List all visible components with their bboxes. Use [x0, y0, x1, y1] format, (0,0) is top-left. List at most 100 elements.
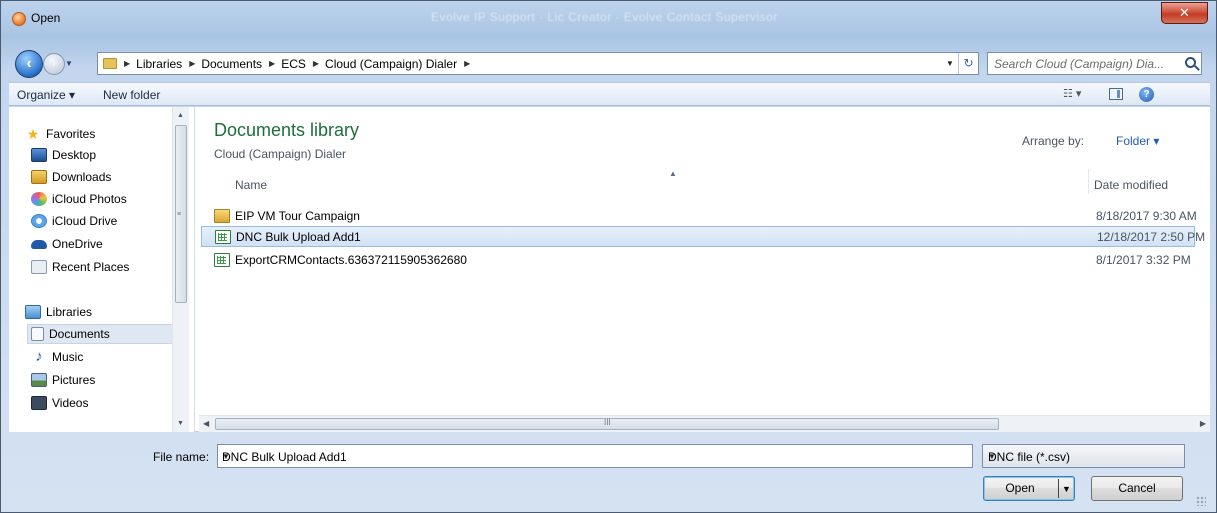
arrange-by-dropdown[interactable]: Folder ▾ — [1116, 134, 1159, 148]
navigation-scrollbar[interactable]: ▲ ≡ ▼ — [172, 107, 189, 432]
recent-places-icon — [31, 260, 47, 274]
file-list-pane: Documents library Cloud (Campaign) Diale… — [199, 107, 1210, 432]
open-dialog: Open Evolve IP Support · Lic Creator · E… — [0, 0, 1217, 513]
chevron-right-icon[interactable]: ▶ — [269, 59, 275, 68]
file-name-input[interactable]: DNC Bulk Upload Add1 ▼ — [217, 444, 973, 468]
window-title: Open — [31, 11, 61, 25]
chevron-right-icon[interactable]: ▶ — [464, 59, 470, 68]
help-icon[interactable]: ? — [1139, 87, 1154, 102]
open-button[interactable]: Open ▼ — [983, 476, 1075, 501]
grip-icon: III — [604, 418, 611, 427]
nav-label: Pictures — [52, 373, 96, 387]
libraries-icon — [25, 305, 41, 319]
resize-grip-icon[interactable] — [1196, 496, 1206, 506]
command-bar: Organize ▾ New folder ☷ ▾ ? — [9, 82, 1210, 106]
desktop-icon — [31, 148, 47, 162]
nav-label: Downloads — [52, 170, 112, 184]
split-divider — [1058, 479, 1059, 498]
downloads-icon — [31, 170, 47, 184]
open-button-label: Open — [1005, 481, 1035, 495]
breadcrumb-documents[interactable]: Documents — [201, 57, 262, 71]
onedrive-icon — [31, 239, 47, 249]
scroll-down-icon[interactable]: ▼ — [177, 420, 184, 427]
star-icon: ★ — [26, 126, 40, 142]
close-button[interactable]: ✕ — [1161, 2, 1208, 24]
cancel-button[interactable]: Cancel — [1091, 476, 1183, 501]
nav-music[interactable]: ♪ Music — [31, 347, 83, 367]
refresh-icon[interactable]: ↻ — [958, 53, 978, 74]
csv-file-icon — [214, 252, 230, 267]
search-placeholder: Search Cloud (Campaign) Dia... — [994, 57, 1165, 71]
file-row[interactable]: ExportCRMContacts.636372115905362680 8/1… — [201, 249, 1195, 270]
nav-icloud-drive[interactable]: iCloud Drive — [31, 211, 117, 231]
nav-videos[interactable]: Videos — [31, 393, 88, 413]
file-row-selected[interactable]: DNC Bulk Upload Add1 12/18/2017 2:50 PM — [201, 226, 1205, 247]
sort-up-icon: ▲ — [669, 169, 677, 178]
new-folder-button[interactable]: New folder — [103, 88, 160, 102]
nav-libraries[interactable]: Libraries — [25, 302, 92, 322]
nav-onedrive[interactable]: OneDrive — [31, 234, 103, 254]
videos-icon — [31, 396, 47, 410]
chevron-down-icon[interactable]: ▼ — [222, 452, 966, 461]
breadcrumb-libraries[interactable]: Libraries — [136, 57, 182, 71]
nav-icloud-photos[interactable]: iCloud Photos — [31, 189, 127, 209]
preview-pane-icon[interactable] — [1109, 88, 1123, 100]
views-icon[interactable]: ☷ ▾ — [1063, 87, 1081, 100]
column-name[interactable]: Name — [235, 178, 267, 192]
folder-icon — [214, 208, 230, 223]
scroll-right-icon[interactable]: ▶ — [1200, 419, 1206, 428]
nav-pictures[interactable]: Pictures — [31, 370, 95, 390]
column-date-modified[interactable]: Date modified — [1094, 178, 1168, 192]
search-icon[interactable] — [1185, 57, 1196, 68]
icloud-photos-icon — [31, 192, 47, 206]
nav-label: Desktop — [52, 148, 97, 162]
forward-arrow-icon[interactable]: › — [43, 53, 65, 75]
breadcrumb-cloud-campaign-dialer[interactable]: Cloud (Campaign) Dialer — [325, 57, 457, 71]
nav-desktop[interactable]: Desktop — [31, 145, 96, 165]
nav-label: Recent Places — [52, 260, 130, 274]
nav-label: iCloud Photos — [52, 192, 127, 206]
recent-locations-dropdown-icon[interactable]: ▼ — [65, 59, 73, 68]
background-window-title: Evolve IP Support · Lic Creator · Evolve… — [431, 10, 778, 24]
arrange-by-label: Arrange by: — [1022, 134, 1085, 148]
chevron-down-icon[interactable]: ▼ — [988, 452, 1178, 461]
nav-recent-places[interactable]: Recent Places — [31, 257, 129, 277]
navigation-pane: ★ Favorites Desktop Downloads iCloud Pho… — [9, 107, 195, 432]
chevron-right-icon[interactable]: ▶ — [313, 59, 319, 68]
file-row[interactable]: EIP VM Tour Campaign 8/18/2017 9:30 AM — [201, 205, 1197, 226]
column-divider[interactable] — [1088, 169, 1089, 194]
address-bar[interactable]: ▶ Libraries ▶ Documents ▶ ECS ▶ Cloud (C… — [97, 52, 979, 75]
chevron-right-icon[interactable]: ▶ — [189, 59, 195, 68]
library-subtitle: Cloud (Campaign) Dialer — [214, 147, 347, 161]
organize-button[interactable]: Organize ▾ — [17, 88, 75, 102]
file-date: 8/18/2017 9:30 AM — [1096, 208, 1197, 223]
file-name-label: File name: — [153, 450, 210, 464]
nav-favorites[interactable]: ★ Favorites — [25, 124, 96, 144]
horizontal-scrollbar[interactable]: ◀ III ▶ — [199, 415, 1210, 432]
nav-label: iCloud Drive — [52, 214, 118, 228]
nav-downloads[interactable]: Downloads — [31, 167, 111, 187]
scroll-up-icon[interactable]: ▲ — [177, 112, 184, 119]
app-icon — [12, 12, 26, 26]
file-type-select[interactable]: DNC file (*.csv) ▼ — [982, 444, 1185, 468]
breadcrumb-ecs[interactable]: ECS — [281, 57, 306, 71]
chevron-down-icon[interactable]: ▼ — [1062, 478, 1071, 500]
chevron-right-icon[interactable]: ▶ — [124, 59, 130, 68]
search-input[interactable]: Search Cloud (Campaign) Dia... — [987, 52, 1202, 75]
column-header: ▲ Name Date modified — [199, 169, 1194, 194]
grip-icon: ≡ — [177, 211, 182, 218]
breadcrumb: ▶ Libraries ▶ Documents ▶ ECS ▶ Cloud (C… — [117, 57, 476, 71]
nav-label: Libraries — [46, 305, 93, 319]
file-name: DNC Bulk Upload Add1 — [236, 229, 361, 244]
csv-file-icon — [215, 229, 231, 244]
nav-label: OneDrive — [52, 237, 103, 251]
scroll-left-icon[interactable]: ◀ — [203, 419, 209, 428]
file-name: EIP VM Tour Campaign — [235, 208, 360, 223]
library-title: Documents library — [214, 120, 360, 140]
music-icon: ♪ — [35, 348, 43, 365]
icloud-drive-icon — [31, 214, 47, 228]
file-name: ExportCRMContacts.636372115905362680 — [235, 252, 467, 267]
back-arrow-icon[interactable]: ‹ — [15, 50, 43, 78]
address-dropdown-icon[interactable]: ▼ — [942, 59, 958, 68]
nav-documents[interactable]: Documents — [27, 324, 173, 344]
